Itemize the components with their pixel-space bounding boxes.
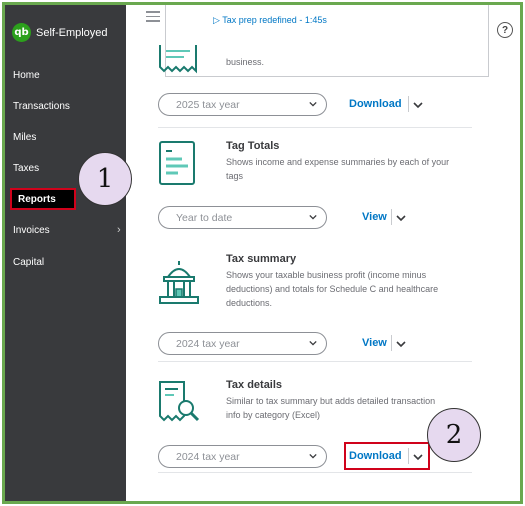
video-link-label: Tax prep redefined - 1:45s <box>222 15 327 25</box>
period-select[interactable]: 2025 tax year <box>158 93 327 116</box>
sidebar-item-label: Invoices <box>13 225 50 236</box>
section-divider <box>158 127 472 128</box>
chevron-down-icon <box>309 101 317 107</box>
view-button[interactable]: View <box>362 337 387 349</box>
report-description: business. <box>226 57 265 67</box>
window-edge <box>522 45 523 59</box>
select-value: 2024 tax year <box>176 451 240 463</box>
report-description: Shows your taxable business profit (inco… <box>226 270 439 308</box>
sidebar-item-miles[interactable]: Miles <box>13 132 36 143</box>
download-button[interactable]: Download <box>349 98 402 110</box>
screenshot-frame: qb Self-Employed Home Transactions Miles… <box>2 2 523 504</box>
chevron-down-icon <box>309 453 317 459</box>
receipt-icon <box>159 45 197 74</box>
report-description: Shows income and expense summaries by ea… <box>226 157 450 181</box>
period-select[interactable]: 2024 tax year <box>158 445 327 468</box>
help-icon[interactable]: ? <box>497 22 513 38</box>
section-divider <box>158 361 472 362</box>
chevron-down-icon[interactable] <box>396 214 406 222</box>
section-divider <box>158 472 472 473</box>
tag-totals-icon <box>159 141 195 185</box>
app-name: Self-Employed <box>36 26 108 39</box>
download-highlight <box>344 442 430 470</box>
sidebar-item-transactions[interactable]: Transactions <box>13 101 70 112</box>
report-title: Tax details <box>226 379 283 391</box>
chevron-down-icon[interactable] <box>396 340 406 348</box>
play-circle-icon: ▷ <box>213 15 220 25</box>
callout-1: 1 <box>78 152 132 206</box>
capitol-building-icon <box>159 261 199 304</box>
callout-2: 2 <box>427 408 481 462</box>
divider <box>391 335 392 351</box>
chevron-right-icon: › <box>117 224 121 236</box>
sidebar-item-invoices[interactable]: Invoices › <box>13 224 121 236</box>
period-select[interactable]: 2024 tax year <box>158 332 327 355</box>
chevron-down-icon[interactable] <box>413 101 423 109</box>
quickbooks-logo-icon: qb <box>12 23 31 42</box>
period-select[interactable]: Year to date <box>158 206 327 229</box>
view-button[interactable]: View <box>362 211 387 223</box>
chevron-down-icon <box>309 214 317 220</box>
chevron-down-icon <box>309 340 317 346</box>
sidebar-item-capital[interactable]: Capital <box>13 257 44 268</box>
hamburger-menu-icon[interactable] <box>146 11 160 25</box>
divider <box>391 209 392 225</box>
sidebar-item-taxes[interactable]: Taxes <box>13 163 39 174</box>
sidebar: qb Self-Employed Home Transactions Miles… <box>5 5 126 501</box>
document-magnifier-icon <box>159 381 200 422</box>
brand[interactable]: qb Self-Employed <box>12 23 108 42</box>
select-value: 2025 tax year <box>176 99 240 111</box>
video-link[interactable]: ▷ Tax prep redefined - 1:45s <box>213 15 327 26</box>
report-description: Similar to tax summary but adds detailed… <box>226 396 436 420</box>
report-title: Tax summary <box>226 253 297 265</box>
divider <box>408 96 409 112</box>
sidebar-item-reports[interactable]: Reports <box>10 188 76 210</box>
select-value: Year to date <box>176 212 233 224</box>
report-title: Tag Totals <box>226 140 280 152</box>
sidebar-item-home[interactable]: Home <box>13 70 40 81</box>
select-value: 2024 tax year <box>176 338 240 350</box>
